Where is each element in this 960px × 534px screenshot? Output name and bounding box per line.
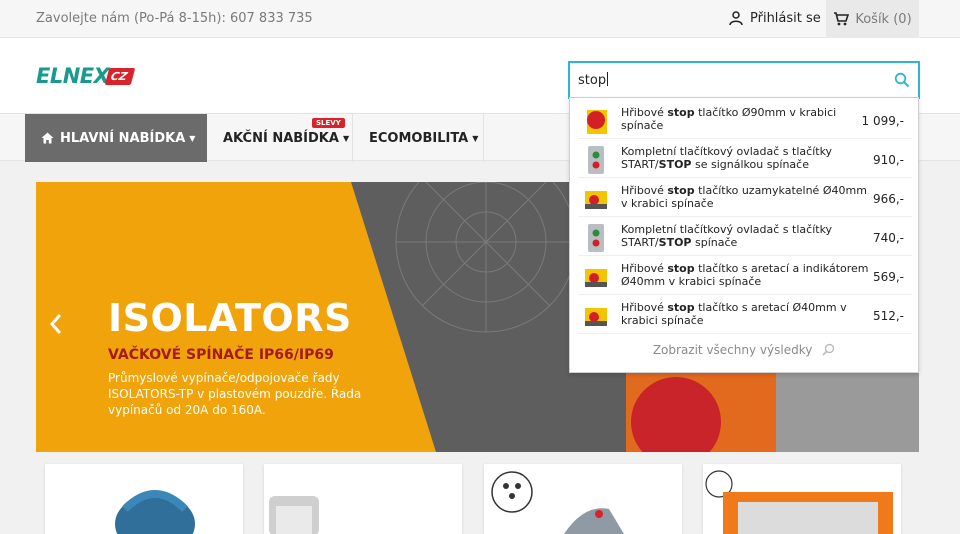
result-name: Kompletní tlačítkový ovladač s tlačítky … <box>621 145 833 171</box>
caret-down-icon: ▼ <box>189 133 196 143</box>
nav-item-sale[interactable]: AKČNÍ NABÍDKA ▼ SLEVY <box>207 114 353 162</box>
caret-down-icon: ▼ <box>342 133 350 143</box>
cable-reel-icon <box>115 490 195 534</box>
top-bar: Zavolejte nám (Po-Pá 8-15h): 607 833 735… <box>0 0 960 38</box>
show-all-results-link[interactable]: Zobrazit všechny výsledky <box>570 343 918 357</box>
result-price: 966,- <box>872 192 904 206</box>
product-card[interactable] <box>45 464 243 534</box>
search-result-item[interactable]: Hřibové stop tlačítko Ø90mm v krabici sp… <box>578 102 912 139</box>
user-icon <box>729 11 743 26</box>
sale-badge: SLEVY <box>312 118 345 128</box>
grey-control-box-icon <box>588 224 604 252</box>
caret-down-icon: ▼ <box>472 133 479 143</box>
distribution-box-icon <box>705 470 893 534</box>
cart-button[interactable]: Košík (0) <box>826 0 919 38</box>
yellow-box-icon <box>585 269 607 287</box>
search-input[interactable]: stop <box>578 72 609 88</box>
search-icon <box>822 343 835 356</box>
logo-suffix: CZ <box>105 67 136 85</box>
login-link[interactable]: Přihlásit se <box>728 10 821 26</box>
cart-icon <box>834 12 850 26</box>
grey-control-box-icon <box>588 146 604 174</box>
result-name: Hřibové stop tlačítko uzamykatelné Ø40mm… <box>621 184 867 210</box>
nav-label: ECOMOBILITA <box>369 130 469 146</box>
search-result-item[interactable]: Kompletní tlačítkový ovladač s tlačítky … <box>578 219 912 256</box>
search-input-value: stop <box>578 73 607 88</box>
product-card[interactable] <box>484 464 682 534</box>
logo-text: ELNEX <box>36 64 110 88</box>
red-mushroom-icon <box>587 110 607 134</box>
site-logo[interactable]: ELNEX CZ <box>36 63 136 89</box>
energy-meter-icon <box>269 496 319 534</box>
product-cards <box>0 464 960 534</box>
contact-phone: Zavolejte nám (Po-Pá 8-15h): 607 833 735 <box>36 11 313 26</box>
nav-label: AKČNÍ NABÍDKA <box>223 130 339 146</box>
result-name: Hřibové stop tlačítko s aretací a indiká… <box>621 262 869 288</box>
search-result-item[interactable]: Kompletní tlačítkový ovladač s tlačítky … <box>578 141 912 178</box>
search-result-item[interactable]: Hřibové stop tlačítko s aretací a indiká… <box>578 258 912 295</box>
search-box[interactable]: stop <box>568 61 920 99</box>
result-name: Hřibové stop tlačítko Ø90mm v krabici sp… <box>621 106 837 132</box>
result-price: 512,- <box>872 309 904 323</box>
text-caret <box>607 72 609 86</box>
slider-prev-icon[interactable] <box>48 312 64 336</box>
nav-item-main-menu[interactable]: HLAVNÍ NABÍDKA ▼ <box>25 114 207 162</box>
result-price: 740,- <box>872 231 904 245</box>
search-result-item[interactable]: Hřibové stop tlačítko s aretací Ø40mm v … <box>578 297 912 334</box>
result-price: 910,- <box>872 153 904 167</box>
show-all-label: Zobrazit všechny výsledky <box>652 343 813 357</box>
yellow-box-icon <box>585 191 607 209</box>
hero-title: ISOLATORS <box>108 296 352 340</box>
result-price: 1 099,- <box>861 114 905 128</box>
result-name: Hřibové stop tlačítko s aretací Ø40mm v … <box>621 301 847 327</box>
yellow-box-icon <box>585 308 607 326</box>
hero-subtitle: VAČKOVÉ SPÍNAČE IP66/IP69 <box>108 347 334 363</box>
search-icon[interactable] <box>894 72 910 88</box>
result-name: Kompletní tlačítkový ovladač s tlačítky … <box>621 223 833 249</box>
search-results-dropdown: Hřibové stop tlačítko Ø90mm v krabici sp… <box>569 97 919 373</box>
nav-label: HLAVNÍ NABÍDKA <box>60 130 186 146</box>
product-card[interactable] <box>264 464 462 534</box>
hero-description: Průmyslové vypínače/odpojovače řady ISOL… <box>108 371 362 417</box>
product-card[interactable] <box>703 464 901 534</box>
result-price: 569,- <box>872 270 904 284</box>
cart-label: Košík (0) <box>855 11 912 27</box>
search-result-item[interactable]: Hřibové stop tlačítko uzamykatelné Ø40mm… <box>578 180 912 217</box>
home-icon <box>41 132 54 144</box>
plug-socket-icon <box>491 471 624 534</box>
nav-item-ecomobility[interactable]: ECOMOBILITA ▼ <box>353 114 484 162</box>
login-label: Přihlásit se <box>750 10 821 26</box>
